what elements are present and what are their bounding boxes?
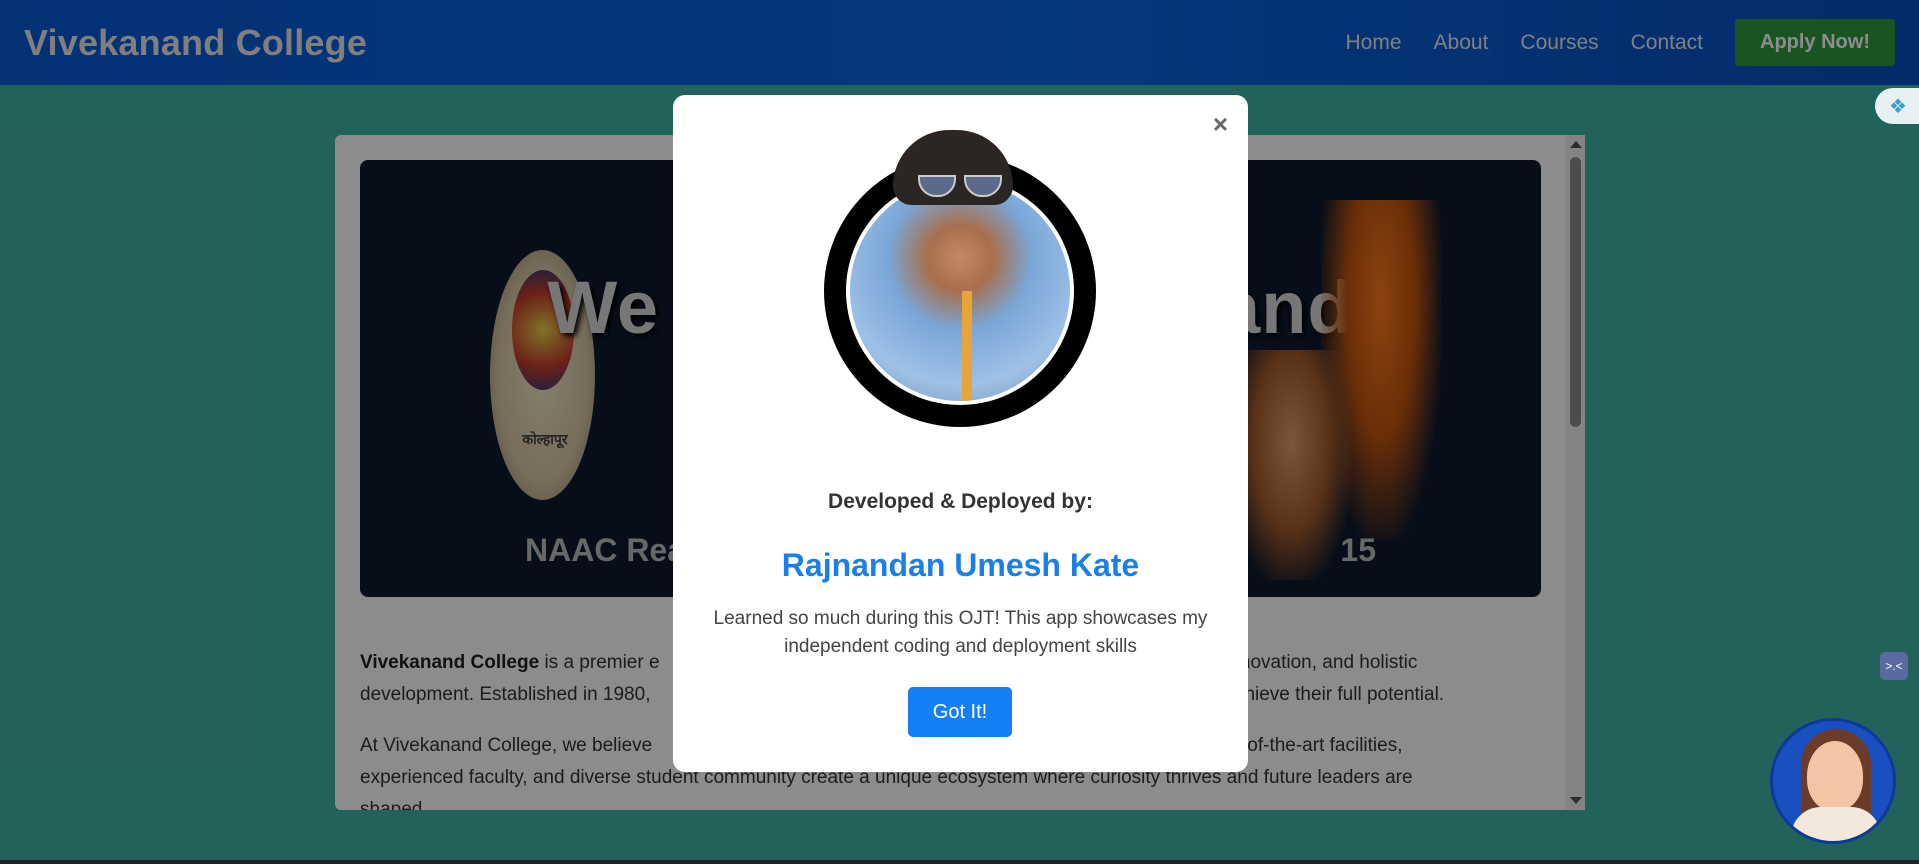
extension-icon: ❖ [1889, 96, 1907, 118]
developer-photo [850, 181, 1070, 401]
chat-avatar-face [1807, 741, 1863, 811]
got-it-button[interactable]: Got It! [908, 687, 1012, 737]
close-icon[interactable]: × [1213, 109, 1228, 140]
chat-assistant-avatar[interactable] [1770, 718, 1896, 844]
developer-message: Learned so much during this OJT! This ap… [708, 605, 1213, 661]
lanyard [962, 291, 972, 401]
developer-message-line-1: Learned so much during this OJT! This ap… [713, 608, 1208, 629]
sunglasses-icon [915, 175, 1005, 197]
bottom-edge [0, 860, 1919, 864]
assistant-mini-icon[interactable]: >.< [1880, 652, 1908, 680]
chat-avatar-body [1791, 807, 1881, 841]
developer-modal: × Developed & Deployed by: Rajnandan Ume… [673, 95, 1248, 772]
side-extension-tab[interactable]: ❖ [1875, 88, 1919, 124]
developer-message-line-2: independent coding and deployment skills [784, 636, 1137, 657]
developer-name: Rajnandan Umesh Kate [781, 547, 1140, 583]
developer-photo-border [846, 177, 1074, 405]
developed-by-label: Developed & Deployed by: [828, 490, 1093, 513]
